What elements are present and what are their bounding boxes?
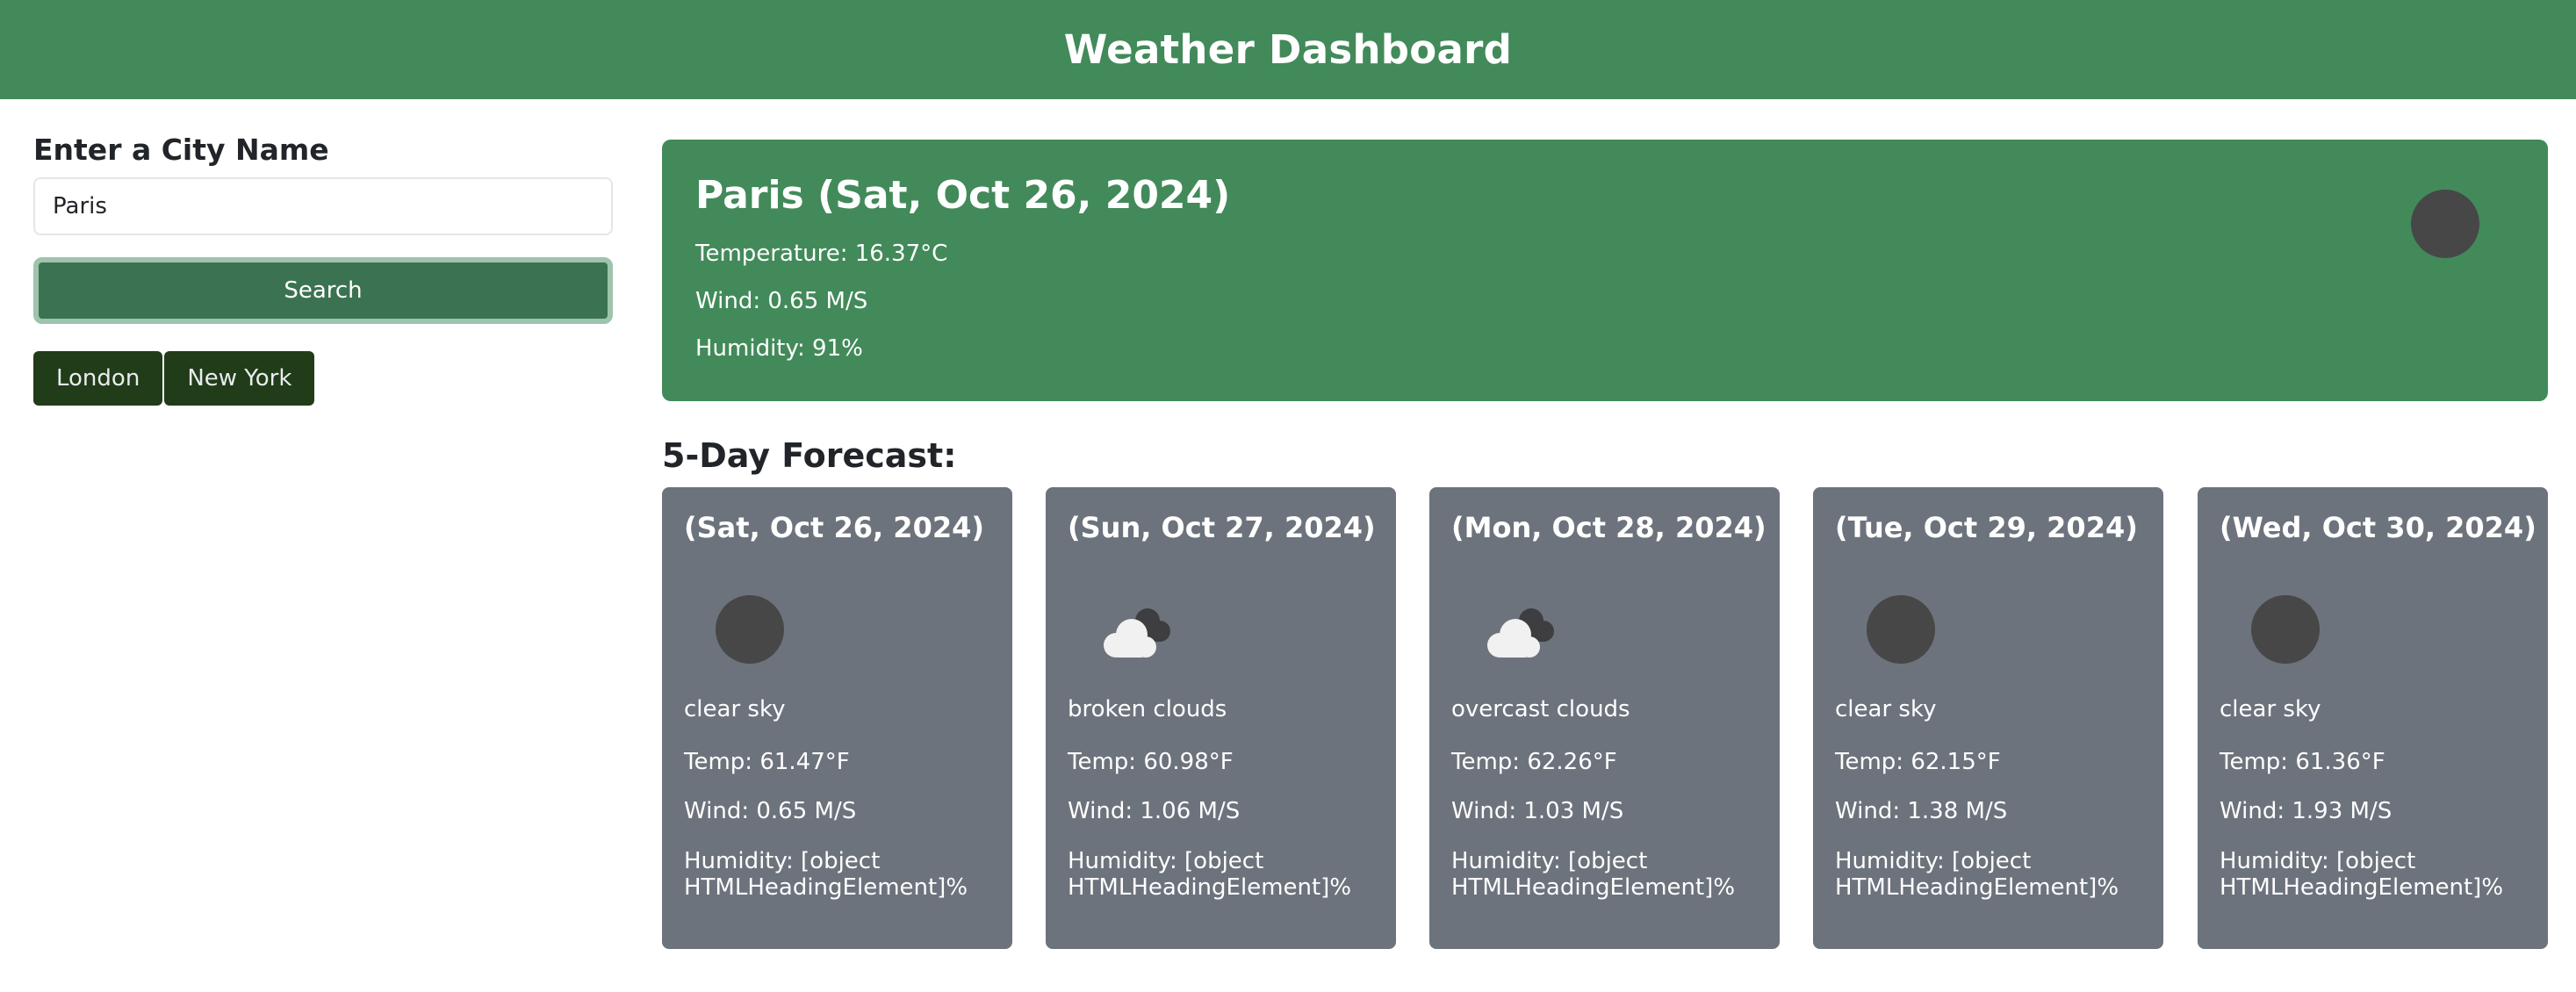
forecast-card: (Sat, Oct 26, 2024) clear sky Temp: 61.4… <box>662 487 1012 949</box>
current-weather-card: Paris (Sat, Oct 26, 2024) Temperature: 1… <box>662 140 2548 401</box>
forecast-date: (Mon, Oct 28, 2024) <box>1451 511 1767 544</box>
current-humidity: Humidity: 91% <box>695 335 863 362</box>
clear-sky-icon <box>1867 595 1935 664</box>
forecast-wind: Wind: 0.65 M/S <box>684 798 857 824</box>
forecast-temp: Temp: 61.47°F <box>684 749 850 775</box>
search-history: London New York <box>33 351 315 406</box>
forecast-date: (Sun, Oct 27, 2024) <box>1068 511 1376 544</box>
search-sidebar: Enter a City Name Search London New York <box>33 132 613 406</box>
forecast-card: (Wed, Oct 30, 2024) clear sky Temp: 61.3… <box>2198 487 2548 949</box>
forecast-wind: Wind: 1.93 M/S <box>2220 798 2393 824</box>
forecast-wind: Wind: 1.38 M/S <box>1835 798 2008 824</box>
city-search-input[interactable] <box>33 177 613 235</box>
forecast-description: broken clouds <box>1068 696 1227 722</box>
forecast-title: 5-Day Forecast: <box>662 436 957 475</box>
forecast-description: clear sky <box>684 696 786 722</box>
forecast-humidity: Humidity: [object HTMLHeadingElement]% <box>1835 848 2119 901</box>
forecast-humidity: Humidity: [object HTMLHeadingElement]% <box>1068 848 1352 901</box>
clear-sky-icon <box>2411 190 2479 258</box>
city-search-heading: Enter a City Name <box>33 133 329 167</box>
forecast-wind: Wind: 1.03 M/S <box>1451 798 1624 824</box>
clear-sky-icon <box>2251 595 2320 664</box>
forecast-card: (Mon, Oct 28, 2024) overcast clouds Temp… <box>1429 487 1780 949</box>
current-temperature: Temperature: 16.37°C <box>695 241 948 267</box>
forecast-humidity: Humidity: [object HTMLHeadingElement]% <box>1451 848 1736 901</box>
forecast-date: (Tue, Oct 29, 2024) <box>1835 511 2138 544</box>
forecast-temp: Temp: 61.36°F <box>2220 749 2385 775</box>
forecast-card: (Sun, Oct 27, 2024) broken clouds Temp: … <box>1046 487 1396 949</box>
overcast-clouds-icon <box>1487 608 1554 658</box>
broken-clouds-icon <box>1104 608 1170 658</box>
history-button-new-york[interactable]: New York <box>164 351 315 406</box>
forecast-cards: (Sat, Oct 26, 2024) clear sky Temp: 61.4… <box>662 487 2548 949</box>
forecast-temp: Temp: 62.26°F <box>1451 749 1617 775</box>
search-button[interactable]: Search <box>33 257 613 324</box>
forecast-description: clear sky <box>2220 696 2321 722</box>
forecast-date: (Wed, Oct 30, 2024) <box>2220 511 2536 544</box>
forecast-card: (Tue, Oct 29, 2024) clear sky Temp: 62.1… <box>1813 487 2163 949</box>
forecast-date: (Sat, Oct 26, 2024) <box>684 511 984 544</box>
forecast-description: clear sky <box>1835 696 1937 722</box>
forecast-description: overcast clouds <box>1451 696 1630 722</box>
forecast-humidity: Humidity: [object HTMLHeadingElement]% <box>2220 848 2504 901</box>
page-title: Weather Dashboard <box>1063 26 1513 73</box>
forecast-temp: Temp: 60.98°F <box>1068 749 1234 775</box>
forecast-humidity: Humidity: [object HTMLHeadingElement]% <box>684 848 968 901</box>
app-header: Weather Dashboard <box>0 0 2576 99</box>
current-wind: Wind: 0.65 M/S <box>695 288 868 314</box>
clear-sky-icon <box>716 595 784 664</box>
current-city-title: Paris (Sat, Oct 26, 2024) <box>695 173 1231 218</box>
forecast-wind: Wind: 1.06 M/S <box>1068 798 1241 824</box>
forecast-temp: Temp: 62.15°F <box>1835 749 2001 775</box>
history-button-london[interactable]: London <box>33 351 163 406</box>
